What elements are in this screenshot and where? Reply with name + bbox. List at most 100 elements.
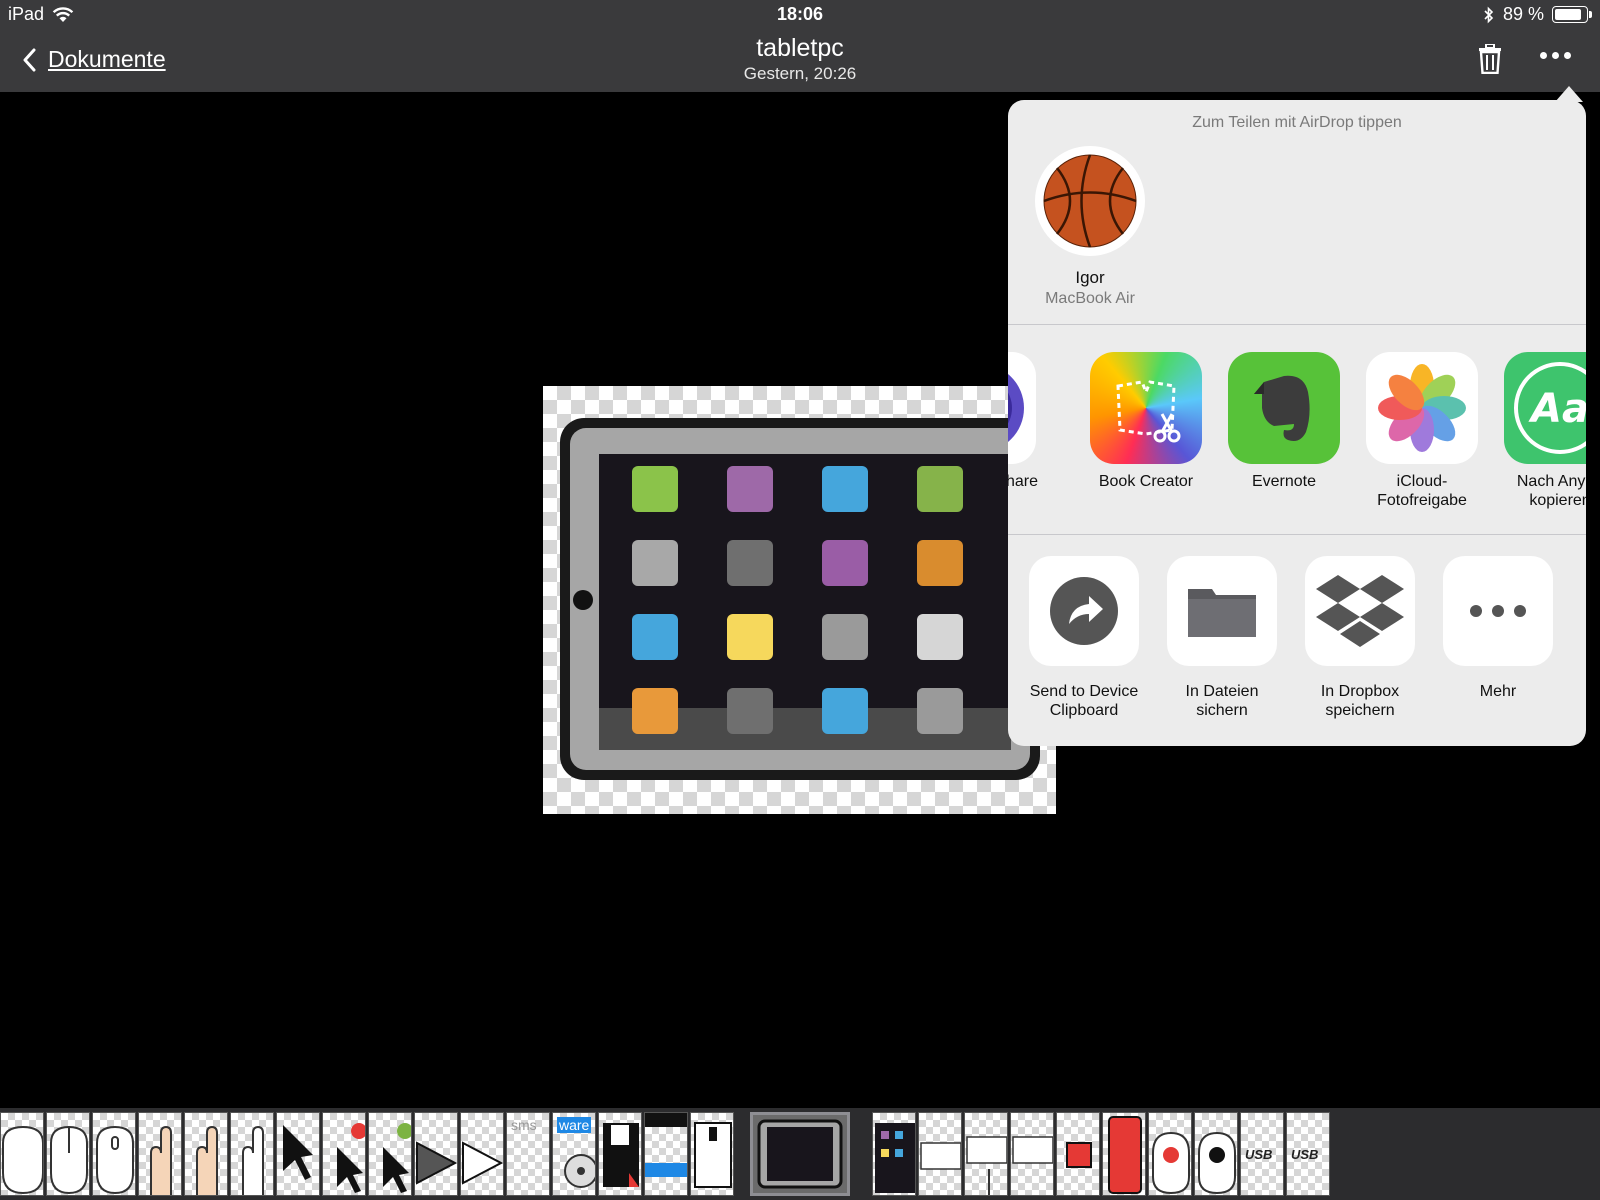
thumbnail-selected[interactable] bbox=[750, 1112, 850, 1196]
share-app-icon bbox=[1008, 352, 1036, 464]
thumbnail[interactable]: sms bbox=[506, 1112, 550, 1196]
thumbnail[interactable] bbox=[644, 1112, 688, 1196]
anyfont-icon: Aa bbox=[1504, 352, 1586, 464]
dropbox-icon bbox=[1316, 575, 1404, 647]
action-send-to-device-clipboard[interactable]: Send to Device Clipboard bbox=[1016, 556, 1152, 720]
app-label: Book Creator bbox=[1098, 473, 1194, 490]
thumbnail[interactable] bbox=[1056, 1112, 1100, 1196]
tablet-app-tile bbox=[822, 688, 868, 734]
tablet-app-tile bbox=[822, 614, 868, 660]
tablet-app-tile bbox=[727, 614, 773, 660]
tablet-app-tile bbox=[822, 540, 868, 586]
folder-icon bbox=[1188, 589, 1256, 637]
action-save-to-dropbox[interactable]: In Dropbox speichern bbox=[1292, 556, 1428, 720]
thumbnail[interactable] bbox=[92, 1112, 136, 1196]
action-save-to-files[interactable]: In Dateien sichern bbox=[1154, 556, 1290, 720]
thumbnail-text: ware bbox=[557, 1117, 592, 1133]
tablet-app-tile bbox=[727, 540, 773, 586]
thumbnail-text: sms bbox=[511, 1117, 537, 1133]
app-anyfont[interactable]: Aa Nach AnyFc kopieren bbox=[1492, 352, 1586, 510]
action-icon-box bbox=[1167, 556, 1277, 666]
svg-text:Aa: Aa bbox=[1528, 386, 1586, 432]
app-book-creator[interactable]: Book Creator bbox=[1078, 352, 1214, 491]
thumbnail[interactable] bbox=[230, 1112, 274, 1196]
thumbnail[interactable] bbox=[368, 1112, 412, 1196]
tablet-app-tile bbox=[917, 540, 963, 586]
thumbnail[interactable] bbox=[1010, 1112, 1054, 1196]
trash-button[interactable] bbox=[1478, 43, 1502, 79]
share-sheet: Zum Teilen mit AirDrop tippen Igor MacBo… bbox=[1008, 100, 1586, 746]
app-icloud-photos[interactable]: iCloud- Fotofreigabe bbox=[1354, 352, 1490, 510]
app-label: Nach AnyFc kopieren bbox=[1516, 473, 1586, 509]
thumbnail[interactable] bbox=[964, 1112, 1008, 1196]
bluetooth-icon bbox=[1484, 6, 1494, 23]
battery-icon bbox=[1552, 6, 1592, 23]
thumbnail[interactable] bbox=[460, 1112, 504, 1196]
tablet-app-tile bbox=[822, 466, 868, 512]
document-image[interactable] bbox=[543, 386, 1056, 814]
tablet-app-tile bbox=[632, 466, 678, 512]
share-app-partial[interactable]: hare bbox=[1008, 352, 1048, 491]
action-label: In Dateien sichern bbox=[1185, 683, 1259, 719]
tablet-app-tile bbox=[727, 466, 773, 512]
thumbnail[interactable] bbox=[690, 1112, 734, 1196]
thumbnail[interactable] bbox=[46, 1112, 90, 1196]
thumbnail[interactable]: ware bbox=[552, 1112, 596, 1196]
document-title: tabletpc bbox=[756, 34, 844, 62]
thumbnail[interactable] bbox=[0, 1112, 44, 1196]
thumbnail-text: USB bbox=[1245, 1147, 1273, 1162]
airdrop-person-device: MacBook Air bbox=[1045, 290, 1135, 307]
thumbnail[interactable]: USB bbox=[1286, 1112, 1330, 1196]
battery-level-fill bbox=[1555, 9, 1581, 20]
thumbnail[interactable]: USB bbox=[1240, 1112, 1284, 1196]
evernote-icon bbox=[1228, 352, 1340, 464]
status-bar: iPad 18:06 89 % bbox=[0, 0, 1600, 28]
tablet-app-tile bbox=[917, 688, 963, 734]
action-icon-box bbox=[1029, 556, 1139, 666]
share-arrow-icon bbox=[1050, 577, 1118, 645]
action-label: In Dropbox speichern bbox=[1320, 683, 1400, 719]
tablet-app-tile bbox=[727, 688, 773, 734]
action-label: Send to Device Clipboard bbox=[1029, 683, 1139, 719]
divider bbox=[1008, 534, 1586, 535]
action-label: Mehr bbox=[1479, 683, 1517, 700]
thumbnail[interactable] bbox=[414, 1112, 458, 1196]
tablet-app-tile bbox=[632, 614, 678, 660]
thumbnail[interactable] bbox=[1102, 1112, 1146, 1196]
thumbnail[interactable] bbox=[184, 1112, 228, 1196]
tablet-app-tile bbox=[632, 688, 678, 734]
book-creator-icon bbox=[1090, 352, 1202, 464]
document-date: Gestern, 20:26 bbox=[743, 64, 857, 83]
app-evernote[interactable]: Evernote bbox=[1216, 352, 1352, 491]
airdrop-hint: Zum Teilen mit AirDrop tippen bbox=[1192, 114, 1402, 131]
tablet-pictogram bbox=[560, 418, 1040, 780]
thumbnail[interactable] bbox=[1148, 1112, 1192, 1196]
airdrop-target[interactable]: Igor MacBook Air bbox=[1028, 146, 1152, 308]
photos-icon bbox=[1366, 352, 1478, 464]
share-apps-row: hare Book Creator Evernote iCloud- Fotof… bbox=[1008, 352, 1586, 532]
thumbnail[interactable] bbox=[598, 1112, 642, 1196]
tablet-app-tile bbox=[632, 540, 678, 586]
thumbnail[interactable] bbox=[276, 1112, 320, 1196]
divider bbox=[1008, 324, 1586, 325]
avatar bbox=[1035, 146, 1145, 256]
tablet-app-tile bbox=[917, 466, 963, 512]
thumbnail-text: USB bbox=[1291, 1147, 1319, 1162]
navigation-bar: Dokumente tabletpc Gestern, 20:26 bbox=[0, 28, 1600, 92]
basketball-icon bbox=[1043, 154, 1137, 248]
thumbnail[interactable] bbox=[322, 1112, 366, 1196]
more-button[interactable] bbox=[1540, 52, 1571, 59]
battery-percent: 89 % bbox=[1502, 4, 1544, 24]
airdrop-person-name: Igor bbox=[1075, 268, 1105, 287]
action-icon-box bbox=[1443, 556, 1553, 666]
thumbnail[interactable] bbox=[918, 1112, 962, 1196]
share-actions-row: Send to Device Clipboard In Dateien sich… bbox=[1008, 556, 1586, 746]
app-label: Evernote bbox=[1251, 473, 1317, 490]
thumbnail[interactable] bbox=[1194, 1112, 1238, 1196]
thumbnail[interactable] bbox=[138, 1112, 182, 1196]
thumbnail-strip: sms ware USB USB bbox=[0, 1108, 1600, 1200]
status-time: 18:06 bbox=[776, 4, 824, 24]
action-icon-box bbox=[1305, 556, 1415, 666]
thumbnail[interactable] bbox=[872, 1112, 916, 1196]
action-more[interactable]: Mehr bbox=[1430, 556, 1566, 701]
